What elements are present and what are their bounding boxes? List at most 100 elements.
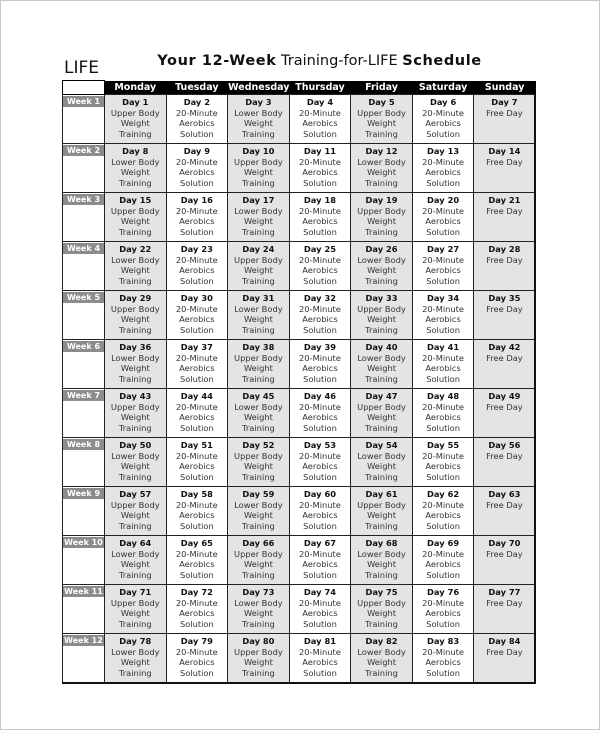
day-cell: Day 3 Lower Body Weight Training	[227, 94, 290, 144]
day-number: Day 48	[427, 391, 460, 401]
day-number: Day 54	[365, 440, 398, 450]
activity-text: Weight	[243, 559, 273, 570]
activity-text: 20-Minute	[422, 401, 465, 412]
day-number: Day 47	[365, 391, 398, 401]
activity-text: 20-Minute	[299, 548, 341, 559]
day-number: Day 56	[488, 440, 521, 450]
week-label: Week 12	[63, 635, 104, 646]
activity-text: Aerobics	[425, 657, 461, 668]
activity-text: Solution	[179, 667, 214, 678]
week-label: Week 2	[63, 145, 104, 156]
day-cell: Day 29 Upper Body Weight Training	[104, 290, 167, 340]
activity-text: Training	[118, 667, 152, 678]
activity-text: Training	[365, 128, 398, 139]
activity-text: Upper Body	[357, 205, 406, 216]
day-number: Day 38	[242, 342, 275, 352]
day-cell: Day 57 Upper Body Weight Training	[104, 486, 167, 536]
activity-text: Weight	[243, 167, 273, 178]
day-cell: Day 78 Lower Body Weight Training	[104, 633, 167, 684]
week-label: Week 8	[63, 439, 104, 450]
week-cell: Week 3	[62, 192, 105, 242]
activity-text: Upper Body	[234, 254, 283, 265]
activity-text: Free Day	[486, 254, 523, 265]
activity-text: Solution	[303, 667, 337, 678]
activity-text: Weight	[120, 363, 150, 374]
activity-text: Lower Body	[111, 450, 160, 461]
day-number: Day 5	[368, 97, 395, 107]
day-cell: Day 45 Lower Body Weight Training	[227, 388, 290, 438]
day-cell: Day 5 Upper Body Weight Training	[350, 94, 413, 144]
activity-text: Upper Body	[357, 499, 406, 510]
day-cell: Day 34 20-Minute Aerobics Solution	[411, 290, 475, 340]
day-cell: Day 54 Lower Body Weight Training	[350, 437, 413, 487]
activity-text: Lower Body	[234, 499, 283, 510]
activity-text: Training	[118, 569, 152, 580]
activity-text: Weight	[243, 265, 273, 276]
activity-text: Training	[365, 177, 398, 188]
activity-text: 20-Minute	[422, 107, 465, 118]
activity-text: Lower Body	[357, 352, 406, 363]
day-cell: Day 21 Free Day	[473, 192, 537, 242]
activity-text: Aerobics	[302, 314, 338, 325]
day-number: Day 32	[303, 293, 336, 303]
activity-text: Training	[365, 618, 398, 629]
day-header: Wednesday	[227, 80, 290, 95]
title-part-3: Schedule	[402, 53, 482, 69]
week-row: Week 9 Day 57 Upper Body Weight Training Day …	[62, 486, 537, 536]
header-row: Monday Tuesday Wednesday Thursday Friday…	[62, 80, 536, 95]
day-number: Day 19	[365, 195, 398, 205]
title-part-2: Training-for-LIFE	[276, 53, 403, 69]
day-number: Day 49	[488, 391, 521, 401]
activity-text: Aerobics	[425, 118, 461, 129]
activity-text: 20-Minute	[175, 548, 218, 559]
week-cell: Week 7	[62, 388, 105, 438]
day-cell: Day 27 20-Minute Aerobics Solution	[411, 241, 475, 291]
activity-text: Solution	[179, 471, 214, 482]
day-number: Day 75	[365, 587, 398, 597]
activity-text: Weight	[120, 314, 150, 325]
week-label: Week 3	[63, 194, 104, 205]
day-cell: Day 69 20-Minute Aerobics Solution	[411, 535, 475, 585]
week-cell: Week 2	[62, 143, 105, 193]
activity-text: 20-Minute	[422, 352, 465, 363]
day-cell: Day 77 Free Day	[473, 584, 537, 634]
activity-text: Training	[242, 373, 275, 384]
activity-text: Solution	[179, 520, 214, 531]
day-cell: Day 79 20-Minute Aerobics Solution	[165, 633, 229, 684]
activity-text: Solution	[426, 128, 460, 139]
activity-text: Free Day	[486, 548, 523, 559]
day-cell: Day 39 20-Minute Aerobics Solution	[288, 339, 352, 389]
activity-text: Upper Body	[110, 401, 160, 412]
activity-text: Weight	[243, 461, 273, 472]
activity-text: Solution	[426, 177, 460, 188]
activity-text: Aerobics	[425, 608, 461, 619]
activity-text: Upper Body	[234, 450, 283, 461]
activity-text: Weight	[120, 657, 150, 668]
activity-text: Solution	[303, 373, 337, 384]
activity-text: 20-Minute	[175, 107, 218, 118]
day-number: Day 80	[242, 636, 275, 646]
activity-text: Aerobics	[425, 461, 461, 472]
day-number: Day 8	[122, 146, 149, 156]
day-number: Day 74	[303, 587, 336, 597]
activity-text: Training	[365, 667, 398, 678]
activity-text: Free Day	[486, 597, 523, 608]
activity-text: Solution	[179, 618, 214, 629]
day-cell: Day 72 20-Minute Aerobics Solution	[165, 584, 229, 634]
day-number: Day 82	[365, 636, 398, 646]
activity-text: Solution	[179, 177, 214, 188]
day-number: Day 66	[242, 538, 275, 548]
activity-text: Training	[365, 275, 398, 286]
activity-text: Free Day	[486, 646, 523, 657]
activity-text: Aerobics	[425, 559, 461, 570]
activity-text: Aerobics	[179, 265, 215, 276]
activity-text: Solution	[179, 324, 214, 335]
day-cell: Day 55 20-Minute Aerobics Solution	[411, 437, 475, 487]
day-cell: Day 30 20-Minute Aerobics Solution	[165, 290, 229, 340]
activity-text: Training	[242, 667, 275, 678]
week-label: Week 1	[63, 96, 104, 107]
day-cell: Day 8 Lower Body Weight Training	[104, 143, 167, 193]
week-row: Week 11 Day 71 Upper Body Weight Training Day…	[62, 584, 537, 634]
day-number: Day 10	[242, 146, 275, 156]
activity-text: Upper Body	[357, 107, 406, 118]
